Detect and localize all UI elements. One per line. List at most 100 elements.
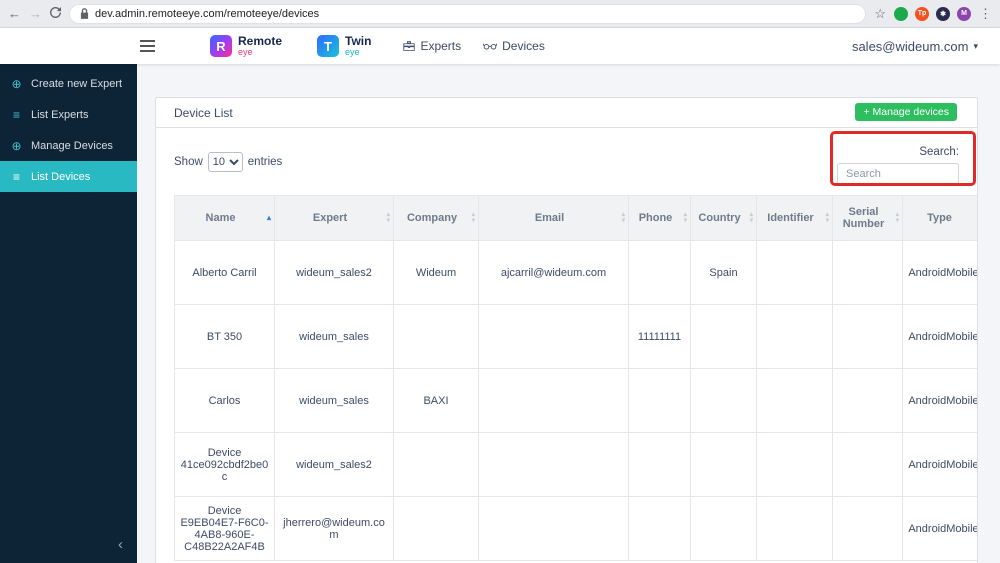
sort-icon: ▴ ▾	[683, 211, 687, 224]
column-header-type[interactable]: Type	[902, 195, 977, 241]
column-header-expert[interactable]: Expert ▴ ▾	[274, 195, 394, 241]
column-header-country[interactable]: Country ▴ ▾	[690, 195, 757, 241]
tp-extension-icon[interactable]: Tp	[915, 6, 929, 21]
cell-country	[690, 368, 757, 433]
cell-country	[690, 304, 757, 369]
entries-label: entries	[247, 156, 283, 168]
cell-type: AndroidMobile	[902, 432, 977, 497]
search-control: Search:	[837, 144, 959, 185]
cell-company: Wideum	[393, 240, 479, 305]
table-row: BT 350 wideum_sales 11111111 AndroidMobi…	[174, 304, 977, 369]
card-body: Show 10 entries Search: Search Name ▴ Ex…	[156, 128, 977, 561]
remoteeye-logo[interactable]: R Remote eye	[210, 35, 282, 57]
plus-circle-icon: ⊕	[11, 138, 22, 153]
cell-phone	[628, 496, 691, 561]
sidebar-item-list-experts[interactable]: ≡ List Experts	[0, 99, 137, 130]
sidebar-item-create-new-expert[interactable]: ⊕ Create new Expert	[0, 68, 137, 99]
show-label: Show	[174, 156, 203, 168]
list-icon: ≡	[12, 169, 20, 184]
table-row: Carlos wideum_sales BAXI AndroidMobile	[174, 368, 977, 433]
app-navbar: R Remote eye T Twin eye Experts Devices …	[0, 28, 1000, 64]
column-header-company[interactable]: Company ▴ ▾	[393, 195, 479, 241]
nav-link-devices[interactable]: Devices	[483, 39, 545, 53]
hamburger-menu-icon[interactable]	[140, 40, 155, 52]
column-header-email[interactable]: Email ▴ ▾	[478, 195, 629, 241]
briefcase-icon	[403, 41, 416, 51]
account-email: sales@wideum.com	[851, 38, 969, 54]
screen: ← → dev.admin.remoteeye.com/remoteeye/de…	[0, 0, 1000, 563]
list-icon: ≡	[12, 107, 20, 122]
search-label: Search:	[919, 146, 959, 158]
column-header-identifier[interactable]: Identifier ▴ ▾	[756, 195, 833, 241]
refresh-icon[interactable]	[50, 7, 62, 20]
column-header-phone[interactable]: Phone ▴ ▾	[628, 195, 691, 241]
cell-country: Spain	[690, 240, 757, 305]
manage-devices-button[interactable]: + Manage devices	[855, 103, 957, 121]
cell-identifier	[756, 496, 833, 561]
cell-serial-number	[832, 368, 903, 433]
cell-identifier	[756, 304, 833, 369]
column-header-name[interactable]: Name ▴	[174, 195, 275, 241]
dark-extension-icon[interactable]: ✱	[936, 6, 950, 21]
cell-identifier	[756, 368, 833, 433]
cell-type: AndroidMobile	[902, 240, 977, 305]
table-row: Device E9EB04E7-F6C0-4AB8-960E-C48B22A2A…	[174, 496, 977, 561]
cell-serial-number	[832, 432, 903, 497]
browser-toolbar: ← → dev.admin.remoteeye.com/remoteeye/de…	[0, 0, 1000, 28]
cell-phone	[628, 240, 691, 305]
cell-company	[393, 304, 479, 369]
account-menu[interactable]: sales@wideum.com ▾	[852, 39, 978, 54]
sidebar-item-label: Manage Devices	[31, 139, 113, 152]
cell-identifier	[756, 240, 833, 305]
twineye-logo[interactable]: T Twin eye	[317, 35, 371, 57]
card-header: Device List + Manage devices	[156, 98, 977, 128]
address-bar[interactable]: dev.admin.remoteeye.com/remoteeye/device…	[69, 3, 867, 24]
cell-expert: jherrero@wideum.com	[274, 496, 394, 561]
glasses-icon	[483, 43, 498, 50]
cell-expert: wideum_sales	[274, 304, 394, 369]
cell-name: BT 350	[174, 304, 275, 369]
cell-email	[478, 496, 629, 561]
cell-expert: wideum_sales2	[274, 432, 394, 497]
sidebar-collapse-icon[interactable]: ‹	[118, 536, 123, 553]
cell-identifier	[756, 432, 833, 497]
lock-icon	[80, 8, 89, 19]
browser-menu-icon[interactable]: ⋮	[979, 7, 992, 20]
green-extension-icon[interactable]	[894, 6, 908, 21]
cell-country	[690, 432, 757, 497]
sort-icon: ▴ ▾	[749, 211, 753, 224]
sort-icon: ▴ ▾	[895, 211, 899, 224]
nav-link-experts[interactable]: Experts	[403, 39, 461, 53]
cell-name: Device 41ce092cbdf2be0c	[174, 432, 275, 497]
sort-icon: ▴ ▾	[386, 211, 390, 224]
cell-expert: wideum_sales2	[274, 240, 394, 305]
twineye-logo-title: Twin	[345, 34, 372, 48]
cell-company	[393, 496, 479, 561]
sort-icon: ▴ ▾	[621, 211, 625, 224]
page-size-select[interactable]: 10	[207, 152, 243, 172]
refresh-icon	[50, 7, 62, 19]
table-header-row: Name ▴ Expert ▴ ▾ Company ▴ ▾ Email ▴ ▾ Phone ▴ ▾…	[174, 195, 977, 241]
remoteeye-logo-sub: eye	[238, 47, 253, 57]
nav-link-devices-label: Devices	[502, 39, 545, 53]
bookmark-star-icon[interactable]: ☆	[874, 7, 886, 20]
page-size-control: Show 10 entries	[174, 152, 282, 172]
sidebar-item-list-devices[interactable]: ≡ List Devices	[0, 161, 137, 192]
m-extension-icon[interactable]: M	[957, 6, 971, 21]
search-input[interactable]	[837, 163, 959, 185]
sidebar-item-manage-devices[interactable]: ⊕ Manage Devices	[0, 130, 137, 161]
card-title: Device List	[174, 105, 233, 120]
remoteeye-logo-icon: R	[210, 35, 232, 57]
cell-serial-number	[832, 304, 903, 369]
cell-email	[478, 368, 629, 433]
extensions-row: Tp ✱ M	[894, 6, 971, 21]
cell-name: Alberto Carril	[174, 240, 275, 305]
cell-phone	[628, 432, 691, 497]
back-icon[interactable]: ←	[8, 7, 21, 20]
main-content: Device List + Manage devices Show 10 ent…	[137, 64, 1000, 563]
column-header-serial-number[interactable]: Serial Number ▴ ▾	[832, 195, 903, 241]
cell-email	[478, 304, 629, 369]
cell-expert: wideum_sales	[274, 368, 394, 433]
cell-type: AndroidMobile	[902, 304, 977, 369]
forward-icon[interactable]: →	[29, 7, 42, 20]
